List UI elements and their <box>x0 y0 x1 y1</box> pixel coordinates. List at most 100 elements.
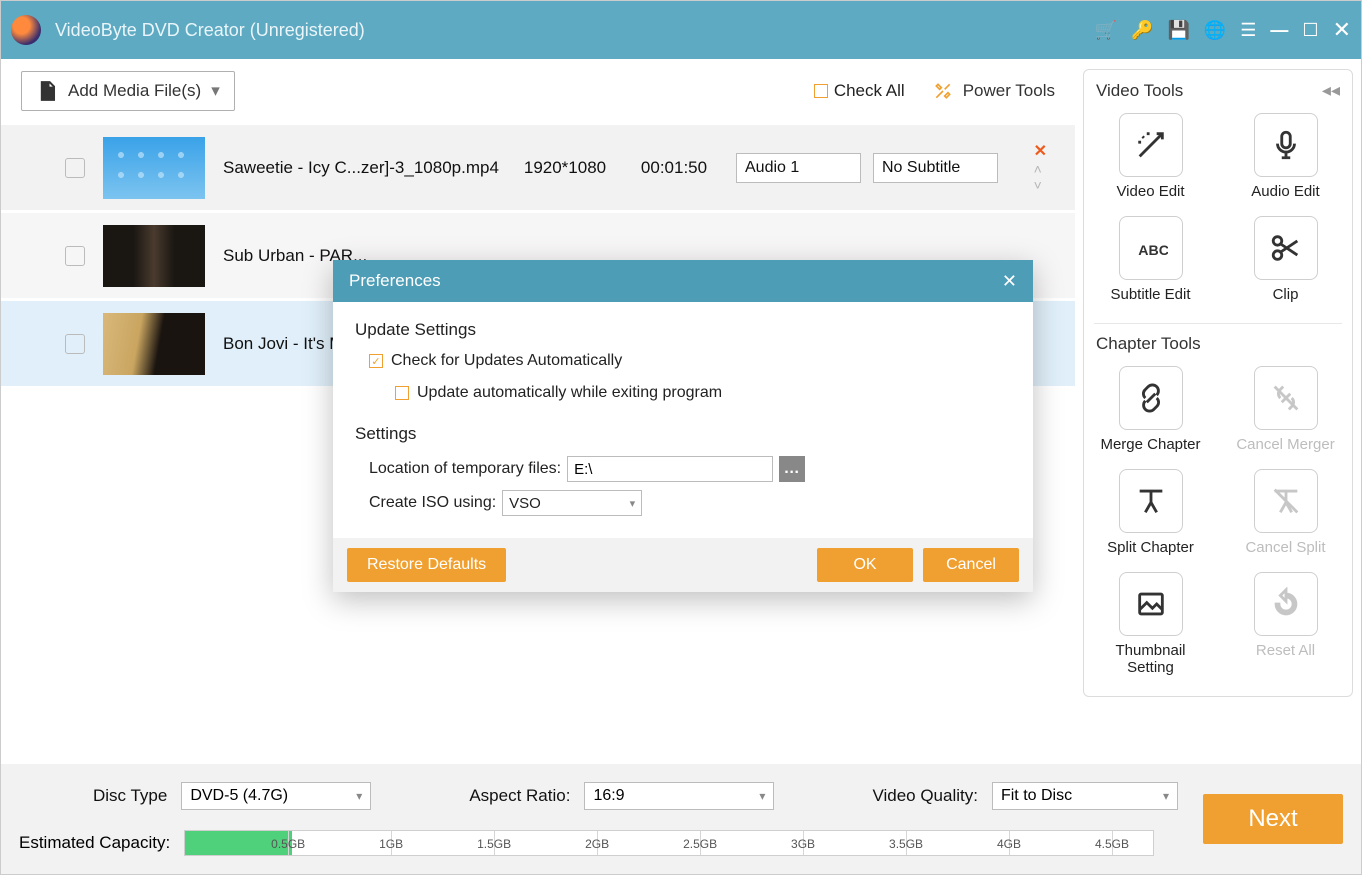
tool-label: Split Chapter <box>1098 539 1203 556</box>
thumbnail <box>103 137 205 199</box>
check-updates-checkbox[interactable]: ✓ Check for Updates Automatically <box>369 352 1011 370</box>
audio-select[interactable] <box>736 153 861 183</box>
image-icon <box>1134 587 1168 621</box>
mic-icon <box>1269 128 1303 162</box>
tool-label: Clip <box>1233 286 1338 303</box>
subtitle-select[interactable] <box>873 153 998 183</box>
clip-tool[interactable]: Clip <box>1233 216 1338 303</box>
video-edit-tool[interactable]: Video Edit <box>1098 113 1203 200</box>
tool-label: Video Edit <box>1098 183 1203 200</box>
cart-icon[interactable]: 🛒 <box>1095 20 1117 41</box>
split-icon <box>1134 484 1168 518</box>
tool-label: Reset All <box>1233 642 1338 659</box>
select-value: Fit to Disc <box>1001 787 1072 805</box>
row-checkbox[interactable] <box>65 334 85 354</box>
cancel-merger-tool: Cancel Merger <box>1233 366 1338 453</box>
tool-label: Cancel Merger <box>1233 436 1338 453</box>
button-label: Restore Defaults <box>367 556 486 574</box>
video-tools-title: Video Tools <box>1096 81 1183 101</box>
merge-chapter-tool[interactable]: Merge Chapter <box>1098 366 1203 453</box>
capacity-tick-label: 2.5GB <box>683 837 717 851</box>
est-capacity-label: Estimated Capacity: <box>19 833 170 853</box>
cancel-split-icon <box>1269 484 1303 518</box>
checkbox-icon <box>395 386 409 400</box>
split-chapter-tool[interactable]: Split Chapter <box>1098 469 1203 556</box>
titlebar: VideoByte DVD Creator (Unregistered) 🛒 🔑… <box>1 1 1361 59</box>
aspect-select[interactable]: 16:9▾ <box>584 782 774 810</box>
chapter-tools-title: Chapter Tools <box>1096 334 1201 354</box>
chevron-down-icon: ▾ <box>630 497 636 510</box>
iso-select[interactable]: VSO ▾ <box>502 490 642 516</box>
checkbox-label: Update automatically while exiting progr… <box>417 384 722 402</box>
key-icon[interactable]: 🔑 <box>1131 20 1153 41</box>
ok-button[interactable]: OK <box>817 548 913 582</box>
capacity-tick-label: 4GB <box>997 837 1021 851</box>
next-button[interactable]: Next <box>1203 794 1343 844</box>
tool-label: Subtitle Edit <box>1098 286 1203 303</box>
select-value: DVD-5 (4.7G) <box>190 787 288 805</box>
settings-title: Settings <box>355 424 1011 444</box>
capacity-tick-label: 1.5GB <box>477 837 511 851</box>
media-title: Saweetie - Icy C...zer]-3_1080p.mp4 <box>223 158 506 178</box>
globe-icon[interactable]: 🌐 <box>1204 20 1226 41</box>
delete-icon[interactable]: ✕ <box>1034 144 1047 160</box>
capacity-tick-label: 3.5GB <box>889 837 923 851</box>
tools-icon <box>933 81 953 101</box>
quality-select[interactable]: Fit to Disc ▾ <box>992 782 1178 810</box>
browse-button[interactable]: … <box>779 456 805 482</box>
check-all-toggle[interactable]: Check All <box>814 81 905 101</box>
cancel-button[interactable]: Cancel <box>923 548 1019 582</box>
subtitle-edit-tool[interactable]: ABC Subtitle Edit <box>1098 216 1203 303</box>
move-down-icon[interactable]: ˅ <box>1034 178 1047 192</box>
quality-label: Video Quality: <box>872 786 978 806</box>
capacity-tick-label: 0.5GB <box>271 837 305 851</box>
iso-label: Create ISO using: <box>369 494 496 512</box>
thumbnail-setting-tool[interactable]: Thumbnail Setting <box>1098 572 1203 676</box>
scissors-icon <box>1269 231 1303 265</box>
app-title: VideoByte DVD Creator (Unregistered) <box>55 20 365 41</box>
chevron-down-icon: ▾ <box>1163 789 1169 803</box>
add-media-button[interactable]: Add Media File(s) ▾ <box>21 71 235 111</box>
button-label: Cancel <box>946 556 996 574</box>
thumbnail <box>103 225 205 287</box>
collapse-icon[interactable]: ◂◂ <box>1322 80 1340 101</box>
update-on-exit-checkbox[interactable]: Update automatically while exiting progr… <box>395 384 1011 402</box>
audio-edit-tool[interactable]: Audio Edit <box>1233 113 1338 200</box>
thumbnail <box>103 313 205 375</box>
power-tools-button[interactable]: Power Tools <box>933 81 1055 101</box>
save-icon[interactable]: 💾 <box>1167 20 1189 41</box>
cancel-split-tool: Cancel Split <box>1233 469 1338 556</box>
close-icon[interactable]: ✕ <box>1333 17 1351 43</box>
preferences-dialog: Preferences ✕ Update Settings ✓ Check fo… <box>333 260 1033 592</box>
move-up-icon[interactable]: ˄ <box>1034 162 1047 176</box>
reset-icon <box>1269 587 1303 621</box>
temp-location-label: Location of temporary files: <box>369 460 561 478</box>
disc-type-label: Disc Type <box>93 786 167 806</box>
next-label: Next <box>1248 805 1297 833</box>
file-add-icon <box>36 80 58 102</box>
checkbox-icon <box>814 84 828 98</box>
tool-label: Audio Edit <box>1233 183 1338 200</box>
link-icon <box>1134 381 1168 415</box>
media-row[interactable]: Saweetie - Icy C...zer]-3_1080p.mp4 1920… <box>1 125 1075 210</box>
row-checkbox[interactable] <box>65 158 85 178</box>
check-all-label: Check All <box>834 81 905 101</box>
add-media-label: Add Media File(s) <box>68 81 201 101</box>
minimize-icon[interactable]: — <box>1270 20 1288 41</box>
button-label: OK <box>853 556 876 574</box>
menu-icon[interactable]: ☰ <box>1240 20 1256 41</box>
main-toolbar: Add Media File(s) ▾ Check All Power Tool… <box>1 71 1075 125</box>
wand-icon <box>1134 128 1168 162</box>
reset-all-tool: Reset All <box>1233 572 1338 676</box>
media-duration: 00:01:50 <box>624 158 724 178</box>
row-checkbox[interactable] <box>65 246 85 266</box>
capacity-tick-label: 1GB <box>379 837 403 851</box>
temp-location-input[interactable] <box>567 456 773 482</box>
disc-type-select[interactable]: DVD-5 (4.7G)▾ <box>181 782 371 810</box>
restore-defaults-button[interactable]: Restore Defaults <box>347 548 506 582</box>
checkbox-checked-icon: ✓ <box>369 354 383 368</box>
maximize-icon[interactable]: ☐ <box>1302 20 1318 41</box>
capacity-tick-label: 2GB <box>585 837 609 851</box>
close-icon[interactable]: ✕ <box>1002 271 1017 292</box>
power-tools-label: Power Tools <box>963 81 1055 101</box>
